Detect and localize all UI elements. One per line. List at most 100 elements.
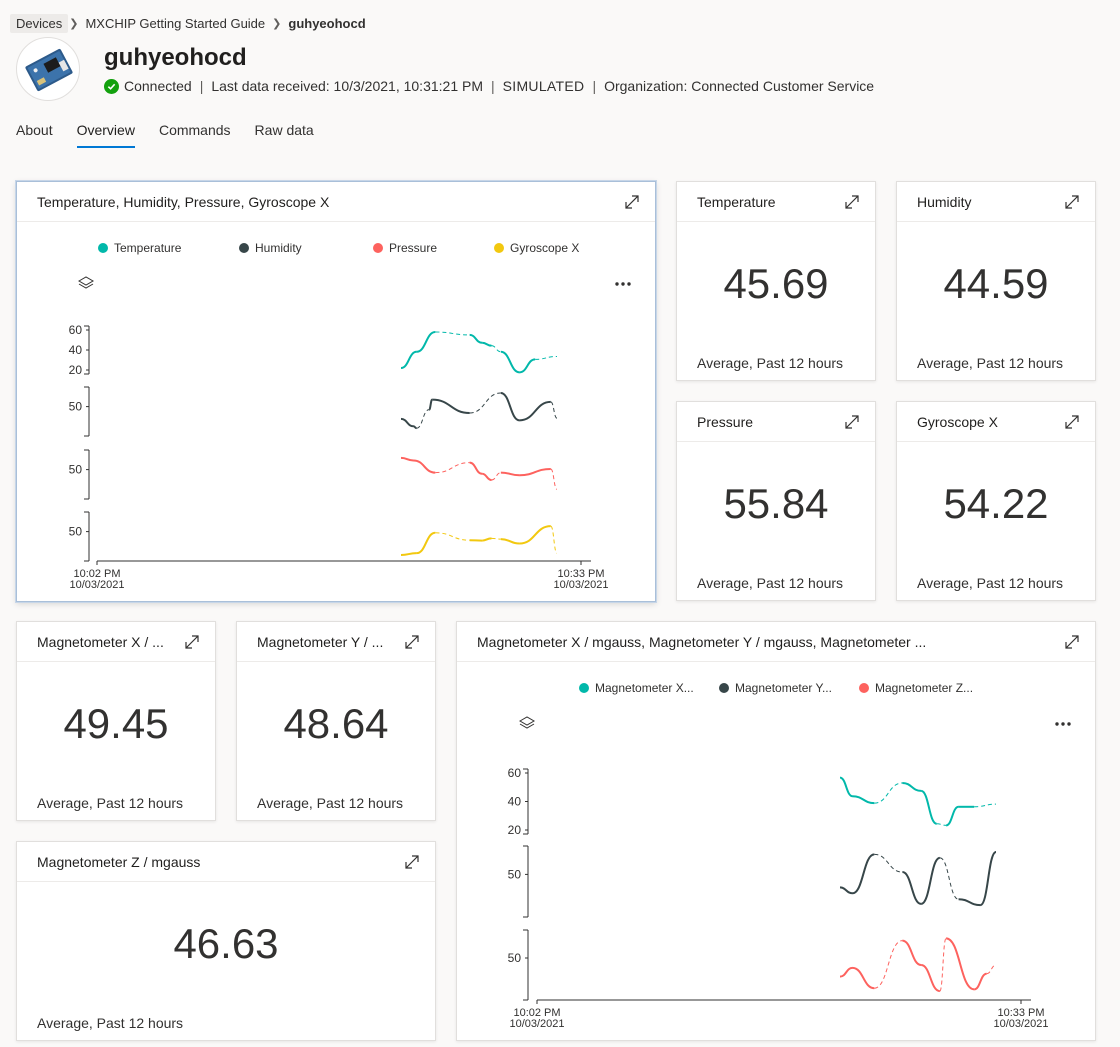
series-line-segment [491, 537, 501, 540]
tile-header: Temperature, Humidity, Pressure, Gyrosco… [17, 182, 655, 222]
connected-check-icon [104, 78, 119, 94]
series-line-segment [413, 459, 436, 474]
kpi-subtitle: Average, Past 12 hours [37, 1015, 184, 1031]
legend-dot [373, 243, 383, 253]
series-line-segment [945, 805, 959, 827]
y-tick-label: 50 [508, 867, 522, 881]
series-line-segment [416, 331, 436, 353]
tile-title: Magnetometer Y / ... [257, 633, 384, 650]
more-icon [621, 282, 625, 286]
line-chart: Magnetometer X... Magnetometer Y... Magnet… [508, 681, 1071, 1030]
series-line-segment [902, 781, 922, 792]
series-line-segment [491, 345, 501, 353]
tile-title: Temperature [697, 193, 776, 210]
legend-dot [579, 683, 589, 693]
chart-tile-environment[interactable]: Temperature, Humidity, Pressure, Gyrosco… [16, 181, 656, 602]
series-line-segment [852, 966, 875, 990]
tile-header: Magnetometer Y / ... [237, 622, 435, 662]
expand-icon[interactable] [843, 193, 861, 211]
x-tick-label: 10/03/2021 [509, 1018, 564, 1030]
series-line-segment [936, 823, 947, 826]
expand-icon[interactable] [403, 853, 421, 871]
expand-icon[interactable] [843, 413, 861, 431]
y-tick-label: 20 [69, 363, 83, 377]
series-line-segment [416, 531, 436, 555]
expand-icon[interactable] [1063, 413, 1081, 431]
kpi-tile-gyroscope-x[interactable]: Gyroscope X 54.22 Average, Past 12 hours [896, 401, 1096, 601]
legend-label: Temperature [114, 241, 182, 255]
divider: | [491, 78, 495, 94]
more-icon [615, 282, 619, 286]
tile-title: Magnetometer X / ... [37, 633, 164, 650]
last-data-received: Last data received: 10/3/2021, 10:31:21 … [211, 78, 483, 94]
series-line-segment [986, 964, 997, 975]
series-line-segment [481, 472, 492, 482]
tab-about[interactable]: About [16, 122, 53, 148]
x-tick-label: 10/03/2021 [553, 579, 608, 591]
layers-icon [77, 276, 95, 289]
divider: | [592, 78, 597, 94]
layers-icon-top [518, 716, 536, 726]
legend-label: Pressure [389, 241, 437, 255]
series-line-segment [920, 789, 938, 825]
kpi-tile-pressure[interactable]: Pressure 55.84 Average, Past 12 hours [676, 401, 876, 601]
tab-raw-data[interactable]: Raw data [255, 122, 314, 148]
series-line-segment [500, 350, 520, 374]
y-tick-label: 50 [508, 951, 522, 965]
kpi-tile-magnetometer-z[interactable]: Magnetometer Z / mgauss 46.63 Average, P… [16, 841, 436, 1041]
device-status-line: Connected | Last data received: 10/3/202… [104, 78, 874, 94]
series-line-segment [874, 782, 903, 804]
kpi-tile-temperature[interactable]: Temperature 45.69 Average, Past 12 hours [676, 181, 876, 381]
tile-header: Magnetometer Z / mgauss [17, 842, 435, 882]
kpi-subtitle: Average, Past 12 hours [917, 355, 1064, 371]
more-icon [1055, 722, 1059, 726]
tile-header: Pressure [677, 402, 875, 442]
kpi-subtitle: Average, Past 12 hours [37, 795, 184, 811]
series-line-segment [920, 856, 941, 905]
tab-commands[interactable]: Commands [159, 122, 231, 148]
series-line-segment [500, 392, 520, 422]
legend-label: Magnetometer Y... [735, 681, 832, 695]
series-line-segment [852, 795, 875, 805]
connection-status: Connected [124, 78, 192, 94]
kpi-tile-magnetometer-y[interactable]: Magnetometer Y / ... 48.64 Average, Past… [236, 621, 436, 821]
tile-title: Pressure [697, 413, 754, 430]
expand-icon[interactable] [183, 633, 201, 651]
series-line-segment [482, 341, 492, 347]
kpi-value: 48.64 [283, 700, 389, 747]
kpi-value: 49.45 [63, 700, 169, 747]
breadcrumb-devices[interactable]: Devices [10, 13, 69, 33]
line-chart: Temperature Humidity Pressure Gyroscope X 60… [69, 241, 631, 591]
legend-dot [859, 683, 869, 693]
expand-icon[interactable] [1063, 633, 1081, 651]
kpi-value: 55.84 [723, 480, 829, 527]
series-line-segment [435, 331, 470, 336]
series-line-segment [939, 857, 959, 900]
series-line-segment [839, 776, 853, 798]
breadcrumb-template[interactable]: MXCHIP Getting Started Guide [79, 14, 271, 33]
series-line-segment [435, 462, 470, 474]
expand-icon[interactable] [1063, 193, 1081, 211]
series-line-segment [400, 350, 417, 369]
chevron-right-icon: ❯ [272, 17, 282, 30]
expand-icon[interactable] [623, 193, 641, 211]
y-tick-label: 50 [69, 525, 83, 539]
chart-tile-magnetometer[interactable]: Magnetometer X / mgauss, Magnetometer Y … [456, 621, 1096, 1041]
series-line-segment [535, 355, 558, 360]
kpi-subtitle: Average, Past 12 hours [257, 795, 404, 811]
series-line-segment [550, 525, 558, 554]
series-line-segment [550, 401, 558, 419]
kpi-tile-humidity[interactable]: Humidity 44.59 Average, Past 12 hours [896, 181, 1096, 381]
series-line-segment [939, 937, 947, 992]
expand-icon[interactable] [403, 633, 421, 651]
kpi-tile-magnetometer-x[interactable]: Magnetometer X / ... 49.45 Average, Past… [16, 621, 216, 821]
series-line-segment [920, 964, 941, 993]
more-icon [627, 282, 631, 286]
device-board-icon [25, 48, 73, 92]
series-line-segment [979, 851, 997, 907]
tab-overview[interactable]: Overview [76, 122, 136, 148]
y-tick-label: 60 [508, 766, 522, 780]
series-line-segment [428, 398, 434, 411]
tile-title: Magnetometer Z / mgauss [37, 853, 201, 870]
tile-title: Humidity [917, 193, 972, 210]
